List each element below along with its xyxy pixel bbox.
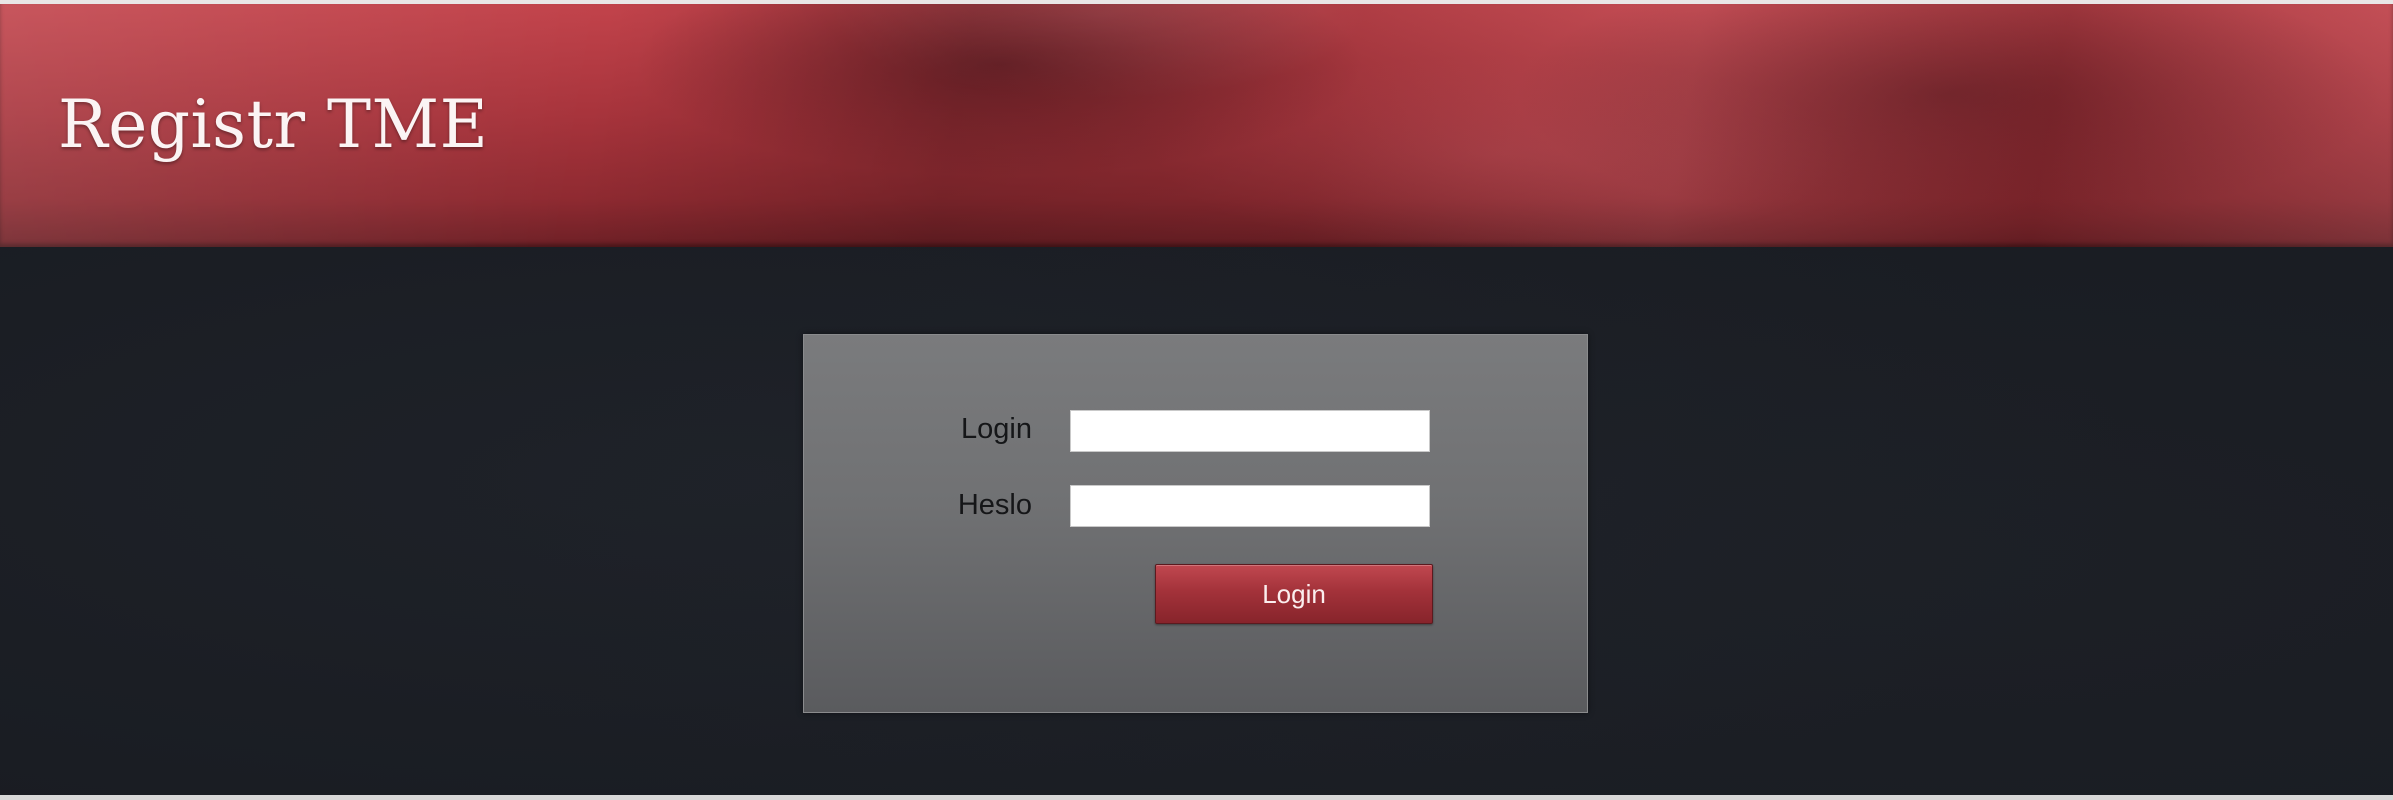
header-banner: Registr TME <box>0 4 2393 247</box>
bottom-border <box>0 795 2393 800</box>
login-panel: Login Heslo Login <box>803 334 1588 713</box>
password-label: Heslo <box>957 489 1032 521</box>
login-label: Login <box>961 413 1032 445</box>
login-page: Registr TME Login Heslo Login <box>0 0 2393 800</box>
app-title: Registr TME <box>58 86 489 163</box>
login-button[interactable]: Login <box>1155 564 1433 624</box>
password-input[interactable] <box>1070 485 1430 527</box>
login-input[interactable] <box>1070 410 1430 452</box>
